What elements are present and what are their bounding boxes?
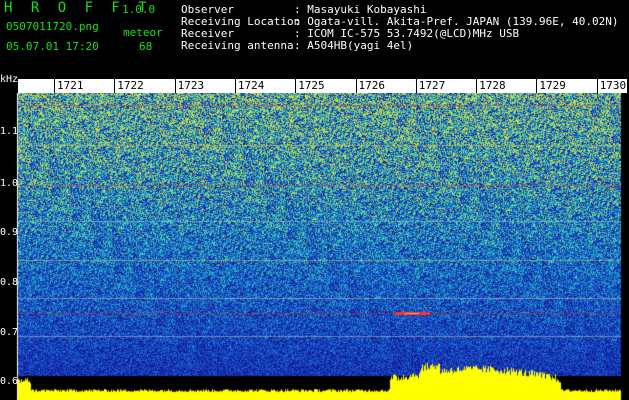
frequency-tick-label: 1.1 [0,126,19,137]
frequency-tick-label: 0.9 [0,227,19,238]
frequency-tick-label: 0.6 [0,376,19,387]
time-tick-label: 1727 [417,79,447,93]
time-tick-mark [355,79,357,93]
frequency-tick-label: 0.7 [0,327,19,338]
spectrogram-plot [0,93,629,400]
time-tick-mark [234,79,236,93]
antenna-value: : A504HB(yagi 4el) [294,39,414,52]
time-tick-mark [476,79,478,93]
time-tick-mark [536,79,538,93]
meteor-label: meteor [123,26,163,39]
antenna-label: Receiving antenna [181,39,294,52]
time-tick-mark [596,79,598,93]
frequency-unit-label: kHz [0,74,19,85]
meteor-count: 68 [139,40,153,53]
time-axis-bar: 1721 1722 1723 1724 1725 1726 1727 1728 1729 1730 [18,79,628,93]
time-tick-label: 1723 [176,79,206,93]
header-panel: H R O F F T 1.0.0 0507011720.png 05.07.0… [0,0,629,76]
time-tick-label: 1722 [116,79,145,93]
app-version: 1.0.0 [122,3,156,16]
frequency-tick-label: 0.8 [0,277,19,288]
time-tick-label: 1725 [297,79,326,93]
time-tick-label: 1721 [56,79,85,93]
time-tick-mark [54,79,55,93]
time-tick-mark [415,79,417,93]
time-tick-label: 1724 [236,79,266,93]
date-time: 05.07.01 17:20 [6,40,99,53]
file-name: 0507011720.png [6,20,99,33]
time-tick-label: 1728 [478,79,507,93]
frequency-tick-label: 1.0 [0,178,19,189]
time-tick-mark [114,79,116,93]
time-tick-mark [295,79,297,93]
time-tick-label: 1730 [598,79,628,93]
time-tick-label: 1726 [357,79,386,93]
time-tick-label: 1729 [538,79,567,93]
time-tick-mark [174,79,176,93]
